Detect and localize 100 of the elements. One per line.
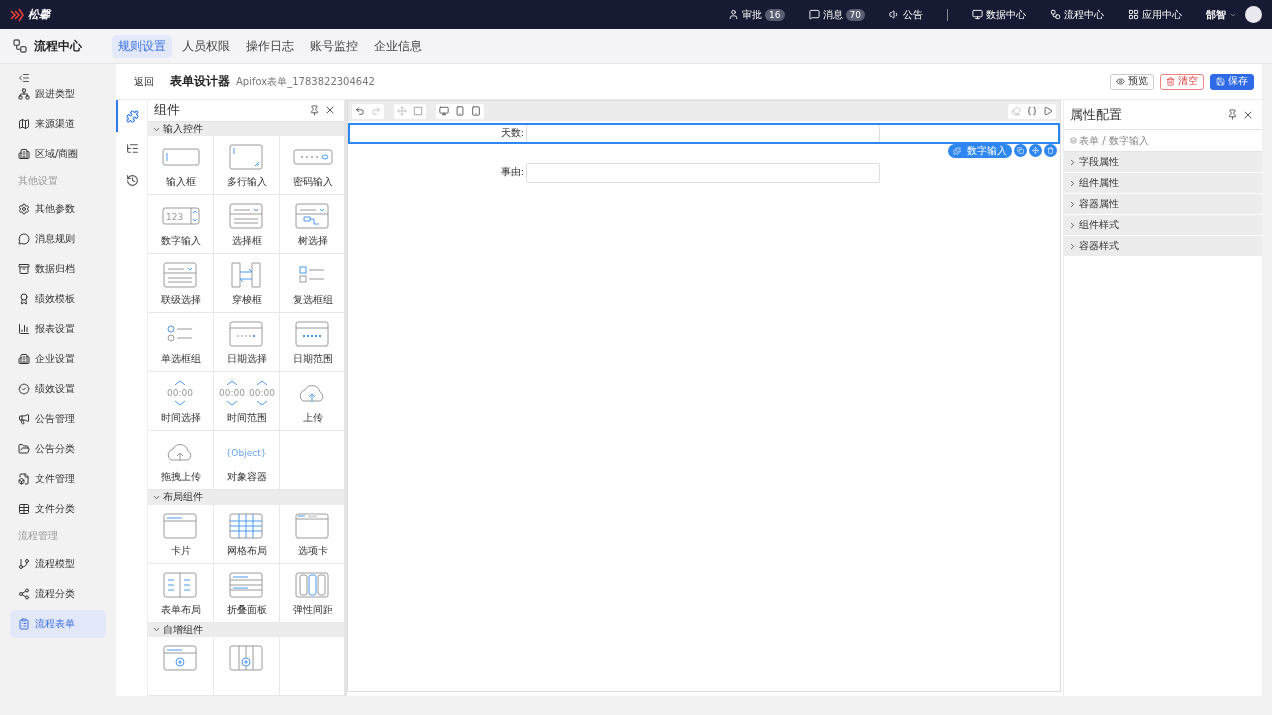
component-tile[interactable]: 表单布局 xyxy=(148,563,214,623)
nav-tab[interactable]: 企业信息 xyxy=(368,34,428,58)
sidebar-item[interactable]: 绩效模板 xyxy=(10,285,106,313)
input-field[interactable] xyxy=(526,125,880,142)
property-section[interactable]: 容器属性 xyxy=(1064,194,1262,215)
property-section[interactable]: 组件属性 xyxy=(1064,173,1262,194)
top-nav-item[interactable]: 消息 70 xyxy=(808,7,865,22)
component-tile[interactable]: 树选择 xyxy=(280,195,344,255)
copy-button[interactable] xyxy=(1014,144,1027,157)
sidebar-item[interactable]: 数据归档 xyxy=(10,255,106,283)
app-title: 流程中心 xyxy=(34,37,82,55)
user-menu[interactable]: 郜智 xyxy=(1206,7,1237,22)
group-title: 布局组件 xyxy=(163,490,203,505)
form-row[interactable]: 天数: xyxy=(348,123,1060,144)
property-section[interactable]: 容器样式 xyxy=(1064,236,1262,257)
component-tile[interactable]: 输入框 xyxy=(148,136,214,196)
approve-icon xyxy=(728,9,740,20)
move-icon xyxy=(1032,147,1039,154)
input-field[interactable] xyxy=(526,162,880,183)
object-code: {Object} xyxy=(225,448,266,459)
collapse-component-icon xyxy=(227,570,266,599)
property-section[interactable]: 组件样式 xyxy=(1064,215,1262,236)
form-row[interactable]: 事由: xyxy=(348,162,1060,183)
sidebar-item[interactable]: 流程分类 xyxy=(10,580,106,608)
nav-tab[interactable]: 账号监控 xyxy=(304,34,364,58)
preview-button[interactable]: 预览 xyxy=(1110,73,1154,90)
sidebar-item[interactable]: 公告管理 xyxy=(10,405,106,433)
sidebar-item[interactable]: 报表设置 xyxy=(10,315,106,343)
move-button[interactable] xyxy=(1029,144,1042,157)
component-label: 选择框 xyxy=(231,234,262,249)
sidebar-item[interactable]: 流程模型 xyxy=(10,550,106,578)
field-label: 天数: xyxy=(499,127,525,140)
sidebar-item[interactable]: 来源渠道 xyxy=(10,110,106,138)
chevron-icon xyxy=(1068,241,1077,251)
component-label: 单选框组 xyxy=(160,352,201,367)
puzzle-icon xyxy=(126,109,139,123)
component-tile[interactable]: 折叠面板 xyxy=(214,563,280,623)
sidebar-item[interactable]: 文件分类 xyxy=(10,495,106,523)
nav-tab[interactable]: 规则设置 xyxy=(112,34,172,58)
component-tile[interactable]: 多行输入 xyxy=(214,136,280,196)
component-tile[interactable]: 弹性间距 xyxy=(280,563,344,623)
component-tile[interactable]: 复选框组 xyxy=(280,254,344,314)
property-section[interactable]: 字段属性 xyxy=(1064,152,1262,173)
formlayout-component-icon xyxy=(161,570,200,599)
trash-icon xyxy=(1166,77,1175,86)
sidebar-item[interactable]: 绩效设置 xyxy=(10,375,106,403)
user-avatar[interactable] xyxy=(1245,6,1262,23)
component-tile[interactable]: 选择框 xyxy=(214,195,280,255)
component-tile[interactable]: 上传 xyxy=(280,372,344,432)
sidebar-item[interactable]: 跟进类型 xyxy=(10,80,106,108)
top-nav-item[interactable]: 公告 xyxy=(889,7,923,22)
sidebar-item[interactable]: 消息规则 xyxy=(10,225,106,253)
sidebar-item[interactable]: 公告分类 xyxy=(10,435,106,463)
section-title: 组件样式 xyxy=(1079,218,1119,232)
sidebar-item[interactable]: 其他参数 xyxy=(10,195,106,223)
component-tag[interactable]: 数字输入 xyxy=(948,144,1012,158)
move-icon xyxy=(397,106,407,116)
count-badge: 16 xyxy=(765,8,785,21)
component-tile[interactable]: 00:00 时间选择 xyxy=(148,372,214,432)
component-tile[interactable] xyxy=(148,637,214,696)
component-tile[interactable]: 卡片 xyxy=(148,504,214,564)
component-tile[interactable]: 选项卡 xyxy=(280,504,344,564)
back-link[interactable]: 返回 xyxy=(134,74,154,89)
chevron-icon xyxy=(1068,178,1077,188)
delete-button[interactable] xyxy=(1044,144,1057,157)
select-component-icon xyxy=(227,202,266,231)
component-label: 上传 xyxy=(302,411,323,426)
panel-title: 属性配置 xyxy=(1070,105,1123,124)
component-tile[interactable]: 123 数字输入 xyxy=(148,195,214,255)
sidebar-item[interactable]: 区域/商圈 xyxy=(10,140,106,168)
component-label: 复选框组 xyxy=(292,293,333,308)
time-digits: 00:00 xyxy=(166,388,193,399)
clear-button[interactable]: 清空 xyxy=(1160,73,1204,90)
component-tile[interactable]: 单选框组 xyxy=(148,313,214,373)
top-nav-item[interactable]: 流程中心 xyxy=(1050,7,1104,22)
component-tile[interactable] xyxy=(214,637,280,696)
component-tile[interactable]: 日期范围 xyxy=(280,313,344,373)
nav-tab[interactable]: 操作日志 xyxy=(240,34,300,58)
component-tile[interactable]: 联级选择 xyxy=(148,254,214,314)
sidebar-item[interactable]: 企业设置 xyxy=(10,345,106,373)
top-nav-item[interactable]: 数据中心 xyxy=(972,7,1026,22)
pin-icon[interactable] xyxy=(1227,109,1238,120)
sidebar-item[interactable]: 流程表单 xyxy=(10,610,106,638)
component-tile[interactable]: 00:00 00:00 时间范围 xyxy=(214,372,280,432)
component-tile[interactable]: 网格布局 xyxy=(214,504,280,564)
component-tile[interactable]: 日期选择 xyxy=(214,313,280,373)
group-header[interactable]: 布局组件 xyxy=(148,490,344,505)
top-nav-item[interactable]: 应用中心 xyxy=(1128,7,1182,22)
top-nav-item[interactable]: 审批 16 xyxy=(728,7,785,22)
date-component-icon xyxy=(227,320,266,349)
component-tile[interactable]: 密码输入 xyxy=(280,136,344,196)
grid-component-icon xyxy=(227,511,266,540)
nav-tab[interactable]: 人员权限 xyxy=(176,34,236,58)
collapse-sidebar-icon[interactable] xyxy=(18,72,30,84)
save-button[interactable]: 保存 xyxy=(1210,73,1254,90)
flow-icon xyxy=(1050,9,1061,20)
pin-icon[interactable] xyxy=(309,104,320,116)
component-tile[interactable]: 穿梭框 xyxy=(214,254,280,314)
page-title: 表单设计器 xyxy=(170,73,230,90)
sidebar-item[interactable]: 文件管理 xyxy=(10,465,106,493)
